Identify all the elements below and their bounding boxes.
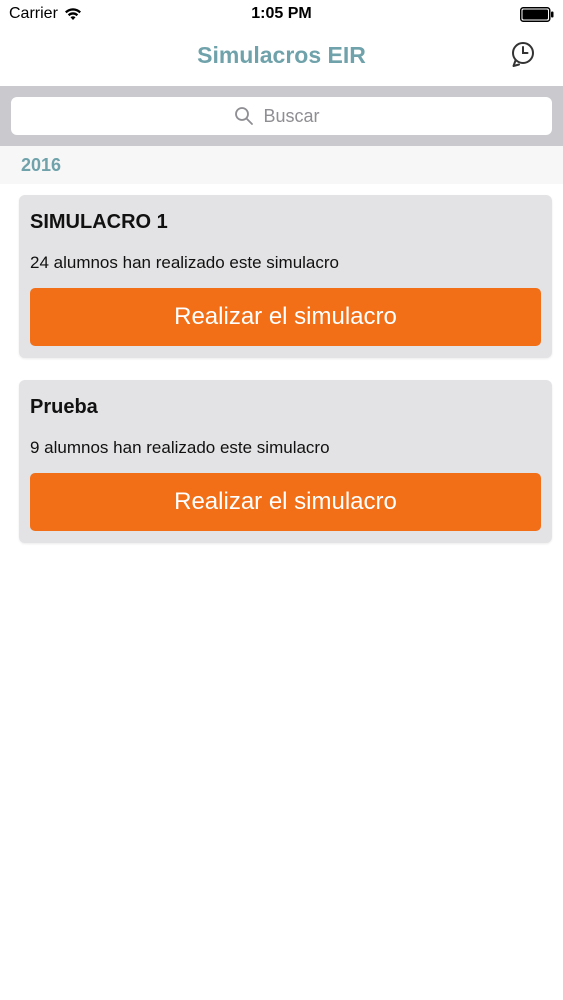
navigation-bar: Simulacros EIR — [0, 28, 563, 86]
status-bar: Carrier 1:05 PM — [0, 0, 563, 28]
history-clock-icon[interactable] — [507, 39, 539, 71]
simulacro-title: Prueba — [30, 396, 98, 418]
status-time: 1:05 PM — [251, 5, 312, 22]
search-field[interactable] — [11, 97, 552, 135]
simulacro-participants: 24 alumnos han realizado este simulacro — [30, 253, 340, 272]
battery-icon — [520, 7, 554, 22]
search-bar — [0, 86, 563, 146]
simulacro-title: SIMULACRO 1 — [30, 211, 168, 233]
simulacro-card: Prueba 9 alumnos han realizado este simu… — [19, 380, 552, 543]
start-simulacro-button[interactable]: Realizar el simulacro — [30, 288, 541, 346]
simulacro-participants: 9 alumnos han realizado este simulacro — [30, 438, 330, 457]
search-icon — [234, 107, 253, 125]
search-input[interactable] — [261, 104, 330, 128]
section-header: 2016 — [0, 146, 563, 184]
start-simulacro-button[interactable]: Realizar el simulacro — [30, 473, 541, 531]
page-title: Simulacros EIR — [197, 42, 366, 68]
section-title: 2016 — [21, 154, 62, 175]
simulacro-card: SIMULACRO 1 24 alumnos han realizado est… — [19, 195, 552, 358]
